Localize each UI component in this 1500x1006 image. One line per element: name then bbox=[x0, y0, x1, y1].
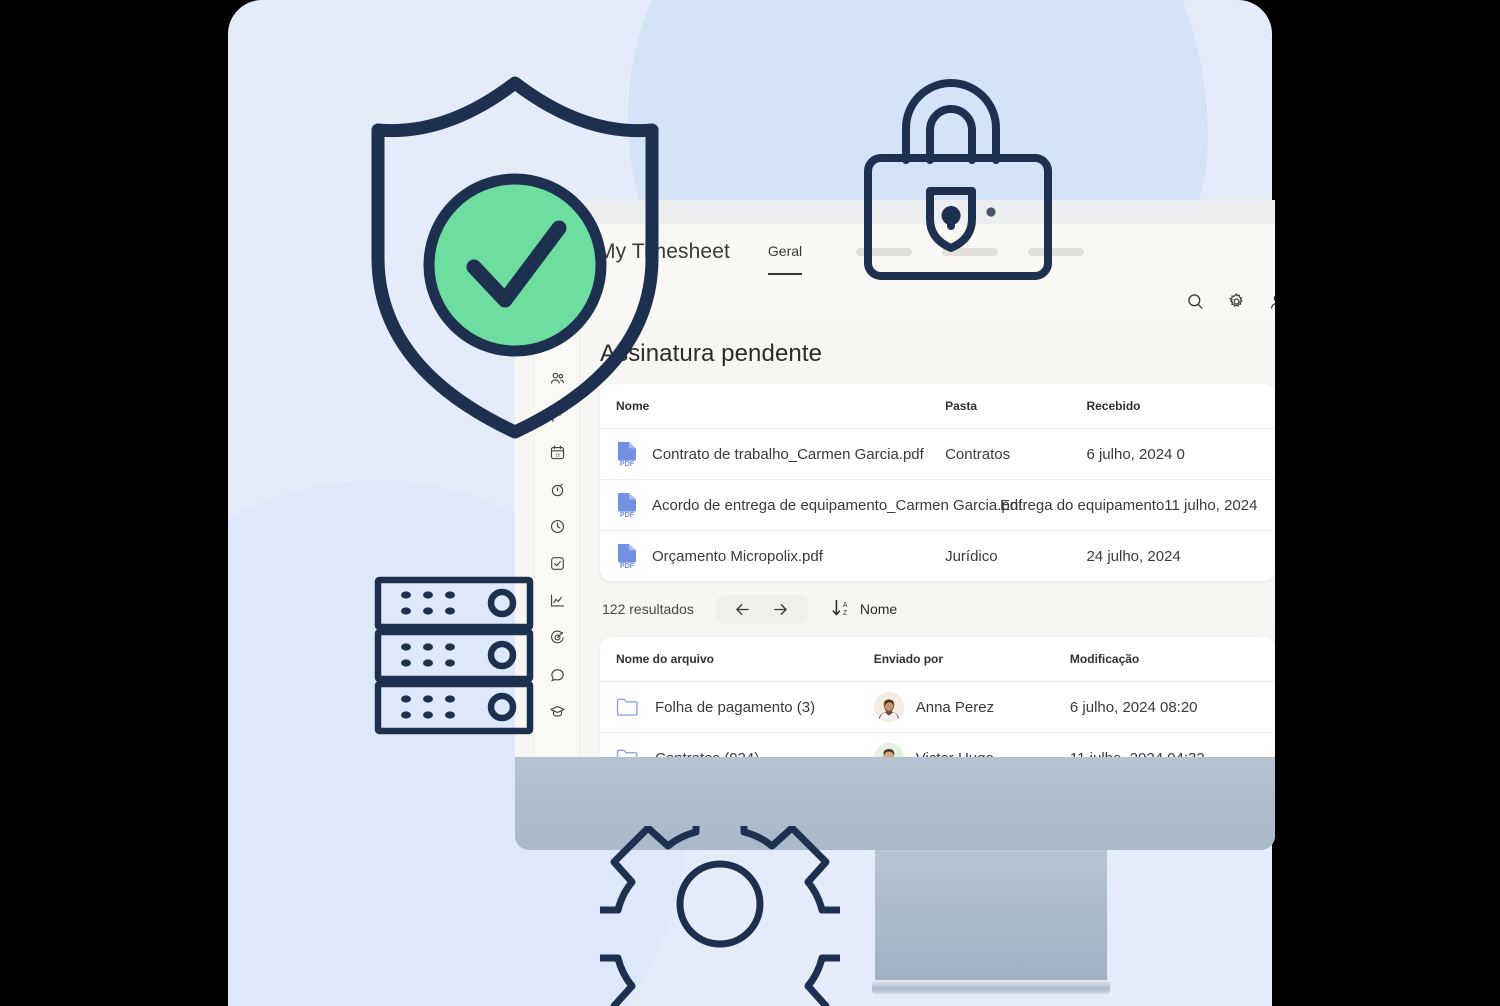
table-row[interactable]: PDF Contrato de trabalho_Carmen Garcia.p… bbox=[600, 429, 1275, 480]
pending-signature-table: Nome Pasta Recebido PDF Contrato de trab… bbox=[600, 384, 1275, 581]
column-header-nome-arquivo[interactable]: Nome do arquivo bbox=[600, 652, 874, 666]
pagination-bar: 122 resultados A Z Nome bbox=[600, 581, 1275, 637]
svg-text:15: 15 bbox=[555, 452, 560, 457]
server-rack-doodle bbox=[374, 576, 534, 735]
shield-check-doodle bbox=[371, 76, 659, 439]
column-header-recebido[interactable]: Recebido bbox=[1086, 399, 1275, 413]
column-header-enviado-por[interactable]: Enviado por bbox=[874, 652, 1070, 666]
pdf-icon: PDF bbox=[616, 543, 638, 570]
folder-cell: Entrega do equipamento bbox=[1000, 496, 1165, 514]
results-count: 122 resultados bbox=[602, 601, 694, 617]
prev-page-button[interactable] bbox=[724, 600, 762, 619]
sidebar-item-calendar[interactable]: 15 bbox=[543, 438, 571, 466]
modified-cell: 6 julho, 2024 08:20 bbox=[1069, 698, 1198, 716]
folder-cell: Contratos bbox=[945, 445, 1011, 463]
sidebar-item-chat[interactable] bbox=[543, 660, 571, 688]
received-cell: 6 julho, 2024 0 bbox=[1086, 445, 1185, 463]
svg-text:PDF: PDF bbox=[620, 459, 635, 467]
monitor-stand-neck bbox=[875, 850, 1107, 988]
pagination-buttons bbox=[715, 594, 808, 624]
sidebar-item-stopwatch[interactable] bbox=[543, 475, 571, 503]
monitor-stand-foot bbox=[872, 980, 1110, 994]
table-header-row: Nome Pasta Recebido bbox=[600, 384, 1275, 429]
uploader-name: Anna Perez bbox=[915, 698, 995, 716]
file-name-cell: PDF Contrato de trabalho_Carmen Garcia.p… bbox=[600, 441, 945, 468]
file-name-label: Acordo de entrega de equipamento_Carmen … bbox=[652, 496, 1023, 514]
column-header-pasta[interactable]: Pasta bbox=[945, 399, 1086, 413]
page-title: Assinatura pendente bbox=[600, 340, 823, 367]
gear-doodle bbox=[600, 826, 840, 1006]
column-header-modificacao[interactable]: Modificação bbox=[1070, 652, 1275, 666]
file-name-label: Orçamento Micropolix.pdf bbox=[652, 547, 823, 565]
folder-icon bbox=[616, 697, 639, 717]
file-name-label: Contrato de trabalho_Carmen Garcia.pdf bbox=[652, 445, 924, 463]
sidebar-item-checkbox[interactable] bbox=[543, 549, 571, 577]
sidebar-item-target[interactable] bbox=[543, 623, 571, 651]
sidebar-item-clock[interactable] bbox=[543, 512, 571, 540]
avatar bbox=[873, 692, 904, 722]
table-row[interactable]: PDF Orçamento Micropolix.pdf Jurídico 24… bbox=[600, 531, 1275, 581]
received-cell: 24 julho, 2024 bbox=[1086, 547, 1181, 565]
svg-text:A: A bbox=[843, 602, 848, 609]
pdf-icon: PDF bbox=[616, 441, 638, 468]
received-cell: 11 julho, 2024 bbox=[1164, 496, 1258, 514]
table-header-row: Nome do arquivo Enviado por Modificação bbox=[600, 637, 1275, 682]
sort-label: Nome bbox=[859, 601, 898, 617]
svg-text:PDF: PDF bbox=[620, 561, 635, 569]
screenshot-root: My Timesheet Geral 15 Assinatura pendent… bbox=[0, 0, 1500, 1006]
sort-az-icon: A Z bbox=[830, 597, 852, 622]
svg-text:PDF: PDF bbox=[620, 510, 635, 518]
folder-name-cell: Folha de pagamento (3) bbox=[600, 697, 874, 717]
table-row[interactable]: PDF Acordo de entrega de equipamento_Car… bbox=[600, 480, 1275, 531]
sidebar-item-chart[interactable] bbox=[543, 586, 571, 614]
folder-cell: Jurídico bbox=[945, 547, 998, 565]
next-page-button[interactable] bbox=[762, 600, 800, 619]
sort-control[interactable]: A Z Nome bbox=[830, 597, 897, 622]
page-body: Assinatura pendente Nome Pasta Recebido bbox=[580, 322, 1275, 760]
table-row[interactable]: Folha de pagamento (3) Anna Perez 6 julh… bbox=[600, 682, 1275, 733]
gear-icon[interactable] bbox=[1227, 292, 1246, 311]
search-icon[interactable] bbox=[1186, 292, 1205, 311]
sidebar-item-graduation[interactable] bbox=[543, 697, 571, 725]
avatar-icon[interactable] bbox=[1268, 292, 1275, 311]
file-name-cell: PDF Orçamento Micropolix.pdf bbox=[600, 543, 945, 570]
pdf-icon: PDF bbox=[616, 492, 638, 519]
folder-name-label: Folha de pagamento (3) bbox=[655, 698, 816, 716]
tab-geral[interactable]: Geral bbox=[767, 243, 803, 275]
file-name-cell: PDF Acordo de entrega de equipamento_Car… bbox=[600, 492, 1022, 519]
table-row[interactable]: Contratos (924) Victor Hugo 11 julho, 20… bbox=[600, 733, 1275, 760]
files-table: Nome do arquivo Enviado por Modificação … bbox=[600, 637, 1275, 760]
uploader-cell: Anna Perez bbox=[873, 692, 1070, 722]
svg-text:Z: Z bbox=[843, 609, 847, 616]
padlock-shield-doodle bbox=[864, 79, 1052, 280]
